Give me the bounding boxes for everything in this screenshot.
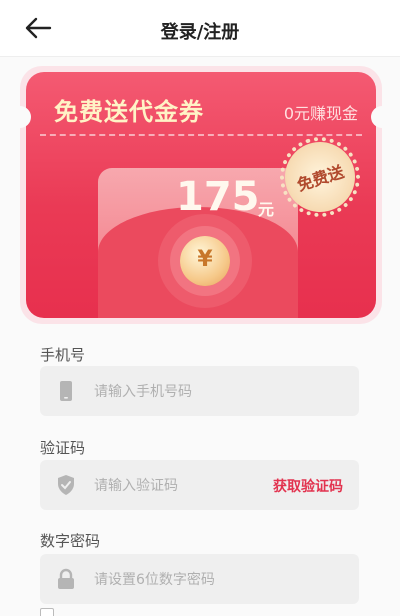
agreement-checkbox[interactable] <box>40 608 54 616</box>
agreement-row <box>40 606 360 616</box>
password-field[interactable] <box>40 554 359 606</box>
coupon-amount: 175 <box>176 174 260 220</box>
promo-title: 免费送代金券 <box>54 98 204 126</box>
phone-label: 手机号 <box>40 346 86 364</box>
header: 登录/注册 <box>0 0 400 57</box>
phone-icon <box>60 381 72 401</box>
phone-input[interactable] <box>92 366 266 418</box>
page-title: 登录/注册 <box>160 22 240 43</box>
shield-icon <box>58 475 74 495</box>
coin-icon: ¥ <box>180 236 230 286</box>
lock-icon <box>58 568 74 589</box>
promo-card: 免费送代金券 0元赚现金 175 元 ¥ 免费送 <box>26 72 376 318</box>
badge-label: 免费送 <box>294 161 347 195</box>
ticket-notch-left <box>9 106 31 128</box>
coupon-unit: 元 <box>258 200 275 219</box>
promo-banner[interactable]: 免费送代金券 0元赚现金 175 元 ¥ 免费送 <box>9 66 393 324</box>
ticket-notch-right <box>371 106 393 128</box>
code-label: 验证码 <box>40 439 86 457</box>
code-input[interactable] <box>92 460 266 512</box>
promo-subtitle: 0元赚现金 <box>283 104 358 123</box>
get-code-button[interactable]: 获取验证码 <box>273 476 343 496</box>
coin-symbol: ¥ <box>197 247 213 272</box>
phone-field[interactable] <box>40 366 359 418</box>
dashed-divider <box>40 134 362 136</box>
code-field[interactable]: 获取验证码 <box>40 460 359 512</box>
password-input[interactable] <box>92 554 266 606</box>
password-label: 数字密码 <box>40 532 101 550</box>
